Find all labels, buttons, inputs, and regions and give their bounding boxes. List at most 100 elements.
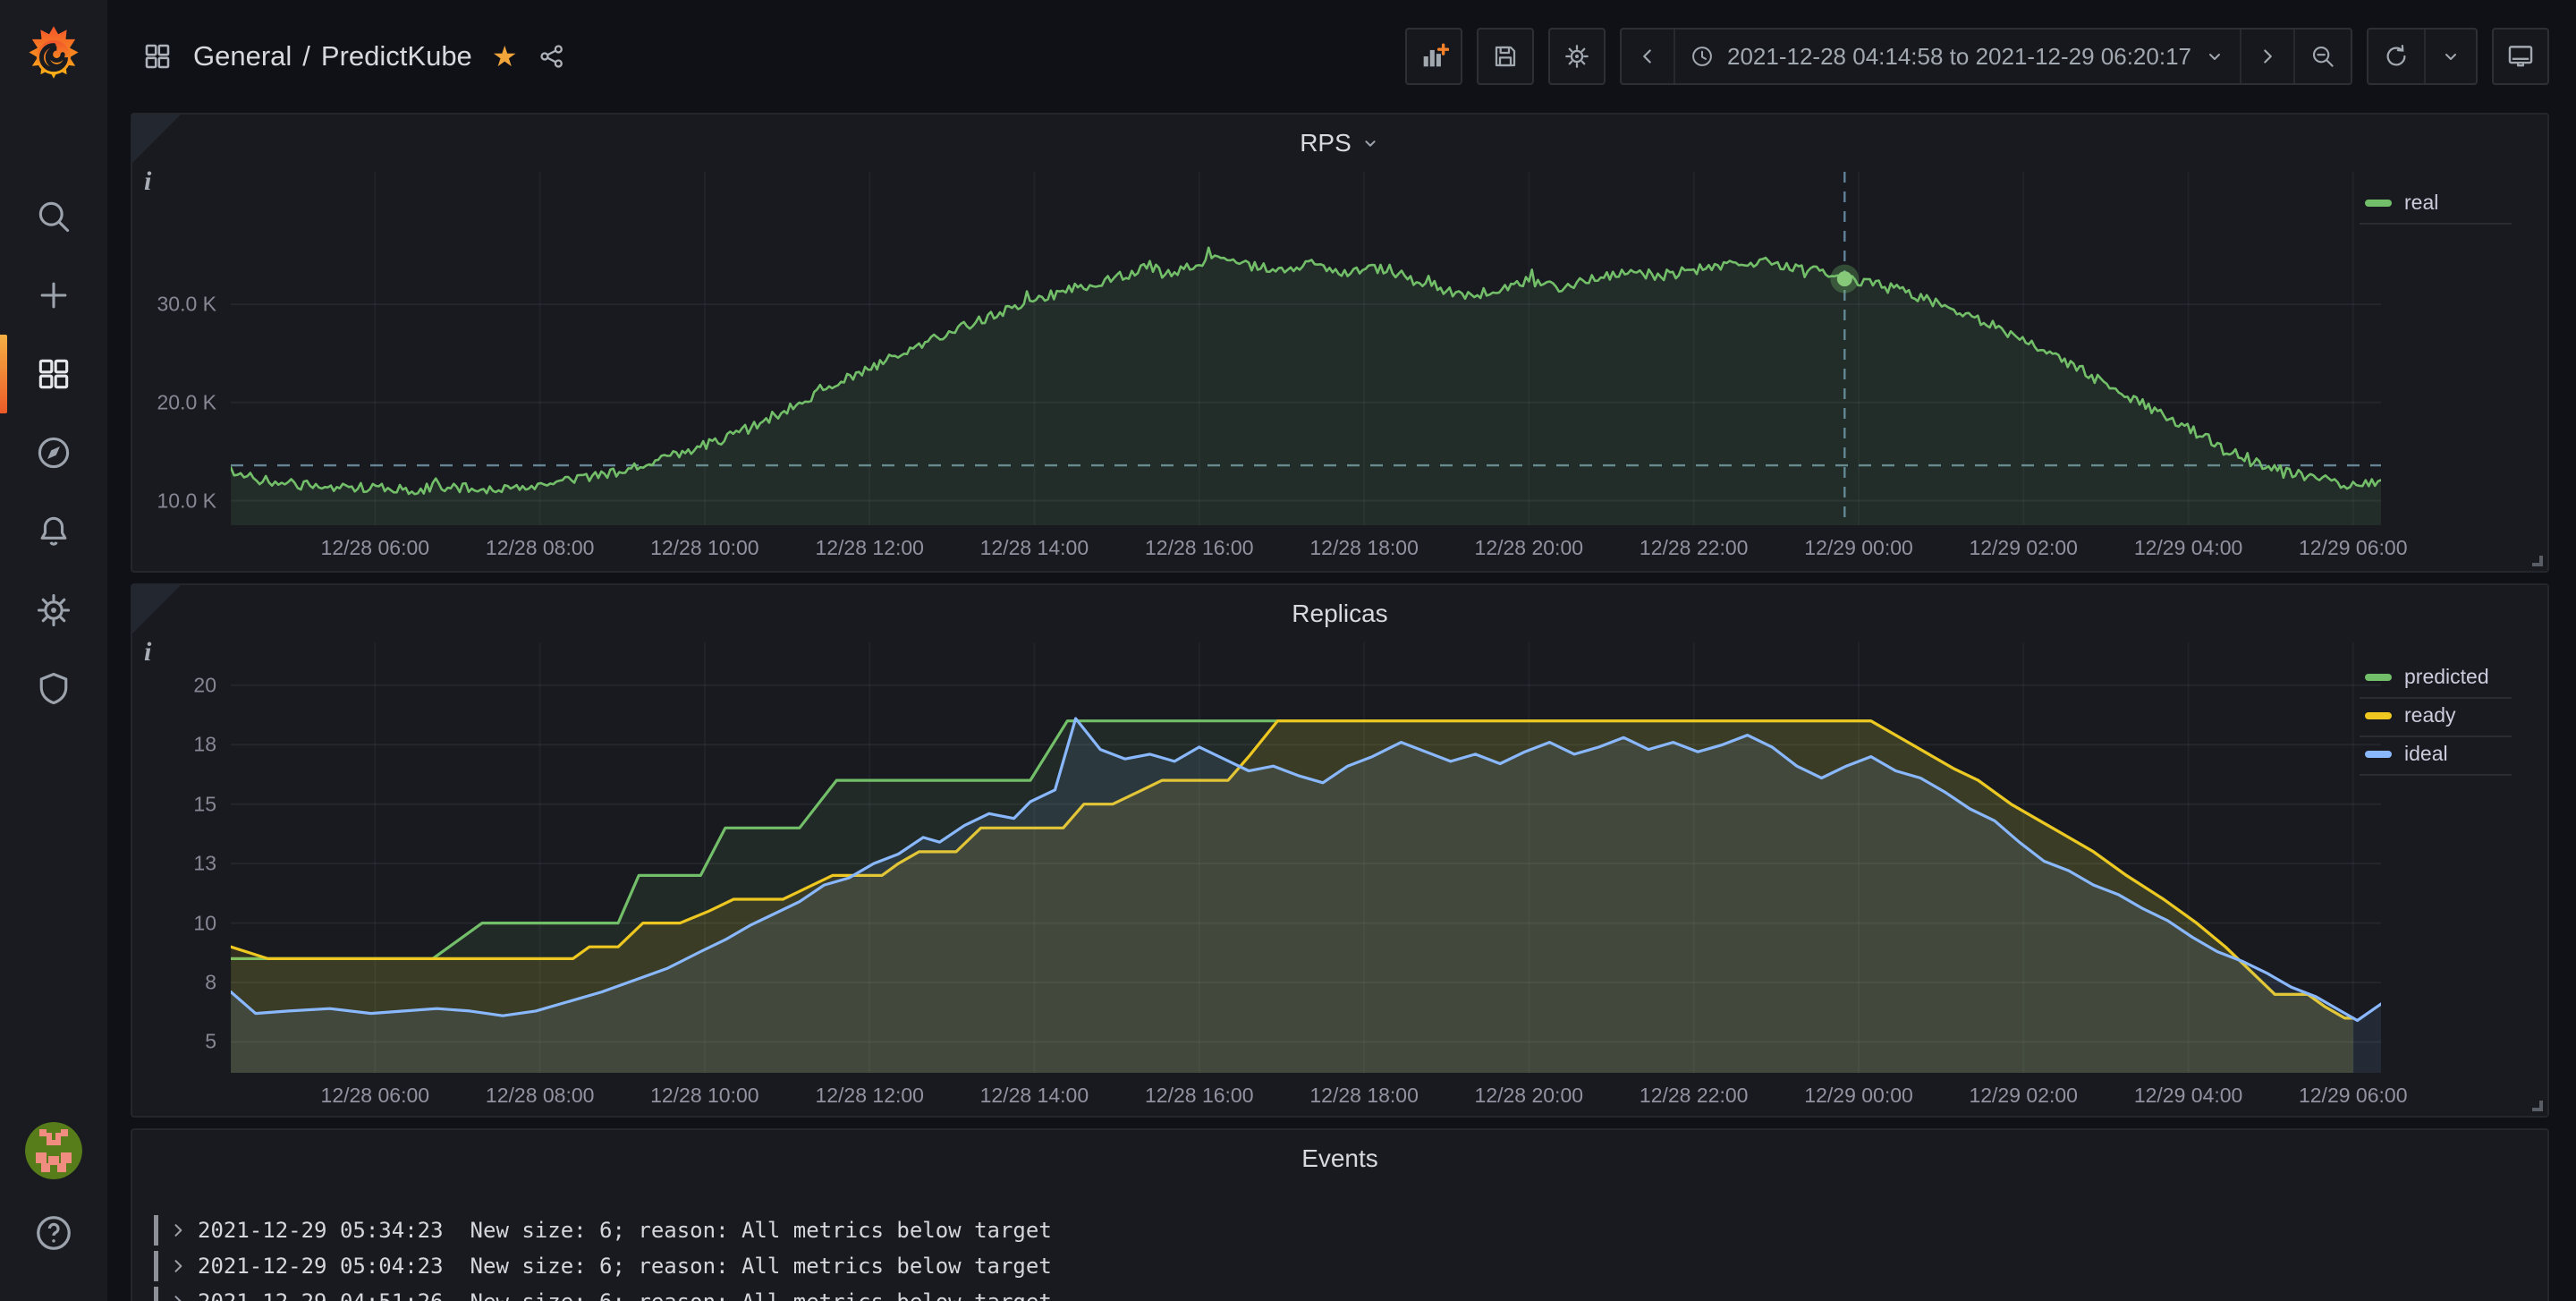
log-timestamp: 2021-12-29 05:34:23	[198, 1218, 444, 1243]
zoom-out-time-button[interactable]	[2293, 30, 2351, 83]
log-row[interactable]: 2021-12-29 05:04:23 New size: 6; reason: …	[154, 1248, 2526, 1284]
chevron-left-icon	[1636, 45, 1659, 68]
favorite-star-icon[interactable]: ★	[492, 42, 518, 71]
log-row[interactable]: 2021-12-29 05:34:23 New size: 6; reason: …	[154, 1212, 2526, 1248]
gear-icon	[1563, 42, 1591, 71]
zoom-out-icon	[2309, 43, 2336, 70]
sidebar-item-dashboards[interactable]	[0, 335, 107, 413]
panel-menu-caret-icon	[1360, 133, 1380, 153]
panel-events: Events 2021-12-29 05:34:23 New size: 6; r…	[131, 1128, 2549, 1301]
log-timestamp: 2021-12-29 05:04:23	[198, 1254, 444, 1279]
legend-label: real	[2404, 191, 2438, 215]
x-tick-label: 12/28 14:00	[980, 1084, 1089, 1108]
rps-x-axis: 12/28 06:0012/28 08:0012/28 10:0012/28 1…	[231, 536, 2381, 565]
x-tick-label: 12/28 22:00	[1640, 536, 1749, 560]
x-tick-label: 12/28 22:00	[1640, 1084, 1749, 1108]
dashboard-breadcrumb[interactable]: General / PredictKube	[193, 40, 472, 72]
log-row[interactable]: 2021-12-29 04:51:26 New size: 6; reason: …	[154, 1284, 2526, 1301]
panel-resize-handle[interactable]	[2527, 1095, 2545, 1113]
y-tick-label: 10	[193, 911, 216, 935]
x-tick-label: 12/28 10:00	[650, 536, 759, 560]
panel-title-rps[interactable]: RPS	[132, 129, 2547, 157]
panel-resize-handle[interactable]	[2527, 550, 2545, 568]
sidebar-item-configuration[interactable]	[0, 571, 107, 650]
log-message: New size: 6; reason: All metrics below t…	[470, 1254, 1052, 1279]
x-tick-label: 12/28 06:00	[321, 1084, 430, 1108]
x-tick-label: 12/28 10:00	[650, 1084, 759, 1108]
y-tick-label: 15	[193, 792, 216, 816]
log-expand-caret-icon[interactable]	[169, 1221, 187, 1239]
x-tick-label: 12/29 02:00	[1969, 1084, 2078, 1108]
panel-title-events[interactable]: Events	[132, 1144, 2547, 1173]
save-icon	[1491, 42, 1520, 71]
monitor-icon	[2505, 41, 2536, 72]
y-tick-label: 5	[205, 1030, 216, 1054]
time-range-picker[interactable]: 2021-12-28 04:14:58 to 2021-12-29 06:20:…	[1674, 30, 2240, 83]
help-icon	[33, 1212, 74, 1254]
user-avatar[interactable]	[25, 1122, 82, 1179]
legend-item-real[interactable]: real	[2360, 186, 2512, 225]
refresh-dashboard-button[interactable]	[2368, 30, 2424, 83]
log-timestamp: 2021-12-29 04:51:26	[198, 1289, 444, 1301]
grafana-flame-icon	[21, 24, 86, 89]
x-tick-label: 12/28 08:00	[486, 536, 595, 560]
dashboard-settings-button[interactable]	[1548, 28, 1606, 85]
y-tick-label: 30.0 K	[157, 293, 217, 317]
refresh-group	[2367, 28, 2478, 85]
events-log-list: 2021-12-29 05:34:23 New size: 6; reason: …	[154, 1212, 2526, 1301]
save-dashboard-button[interactable]	[1477, 28, 1534, 85]
replicas-legend: predicted ready ideal	[2360, 660, 2512, 776]
legend-item-predicted[interactable]: predicted	[2360, 660, 2512, 699]
sidebar-item-create[interactable]	[0, 256, 107, 335]
x-tick-label: 12/29 00:00	[1804, 1084, 1913, 1108]
search-icon	[34, 197, 73, 236]
x-tick-label: 12/28 18:00	[1309, 1084, 1419, 1108]
legend-swatch	[2365, 674, 2392, 681]
time-shift-forward-button[interactable]	[2240, 30, 2293, 83]
plus-icon	[34, 276, 73, 315]
avatar-image	[25, 1122, 82, 1179]
dashboard-grid-icon[interactable]	[141, 40, 174, 72]
cycle-view-mode-button[interactable]	[2492, 28, 2549, 85]
breadcrumb-folder[interactable]: General	[193, 40, 292, 72]
time-shift-back-button[interactable]	[1622, 30, 1674, 83]
log-expand-caret-icon[interactable]	[169, 1257, 187, 1275]
x-tick-label: 12/29 04:00	[2134, 536, 2243, 560]
legend-swatch	[2365, 712, 2392, 719]
x-tick-label: 12/29 04:00	[2134, 1084, 2243, 1108]
replicas-y-axis: 581013151820	[132, 642, 216, 1073]
add-panel-button[interactable]	[1405, 28, 1462, 85]
sidebar-bottom	[0, 1122, 107, 1301]
breadcrumb-separator: /	[302, 40, 310, 72]
sidebar-item-explore[interactable]	[0, 413, 107, 492]
legend-item-ready[interactable]: ready	[2360, 699, 2512, 737]
panel-title-replicas[interactable]: Replicas	[132, 599, 2547, 628]
refresh-interval-dropdown[interactable]	[2424, 30, 2476, 83]
x-tick-label: 12/28 16:00	[1145, 1084, 1254, 1108]
chevron-down-icon	[2204, 46, 2225, 67]
legend-label: ideal	[2404, 742, 2448, 766]
log-level-bar	[154, 1251, 158, 1281]
time-range-text: 2021-12-28 04:14:58 to 2021-12-29 06:20:…	[1727, 43, 2191, 71]
y-tick-label: 8	[205, 971, 216, 995]
replicas-chart[interactable]	[231, 642, 2381, 1073]
sidebar-item-alerting[interactable]	[0, 492, 107, 571]
x-tick-label: 12/28 06:00	[321, 536, 430, 560]
x-tick-label: 12/29 06:00	[2299, 1084, 2408, 1108]
log-expand-caret-icon[interactable]	[169, 1293, 187, 1301]
log-message: New size: 6; reason: All metrics below t…	[470, 1218, 1052, 1243]
legend-label: ready	[2404, 703, 2456, 727]
panel-title-text: Events	[1301, 1144, 1378, 1173]
share-icon[interactable]	[538, 42, 566, 71]
legend-item-ideal[interactable]: ideal	[2360, 737, 2512, 776]
sidebar-item-server-admin[interactable]	[0, 650, 107, 728]
sidebar-item-search[interactable]	[0, 177, 107, 256]
replicas-x-axis: 12/28 06:0012/28 08:0012/28 10:0012/28 1…	[231, 1084, 2381, 1112]
grafana-logo[interactable]	[0, 0, 107, 113]
legend-swatch	[2365, 200, 2392, 207]
log-message: New size: 6; reason: All metrics below t…	[470, 1289, 1052, 1301]
rps-chart-svg	[231, 172, 2381, 525]
sidebar-item-help[interactable]	[0, 1206, 107, 1260]
rps-chart[interactable]	[231, 172, 2381, 525]
breadcrumb-title[interactable]: PredictKube	[321, 40, 472, 72]
